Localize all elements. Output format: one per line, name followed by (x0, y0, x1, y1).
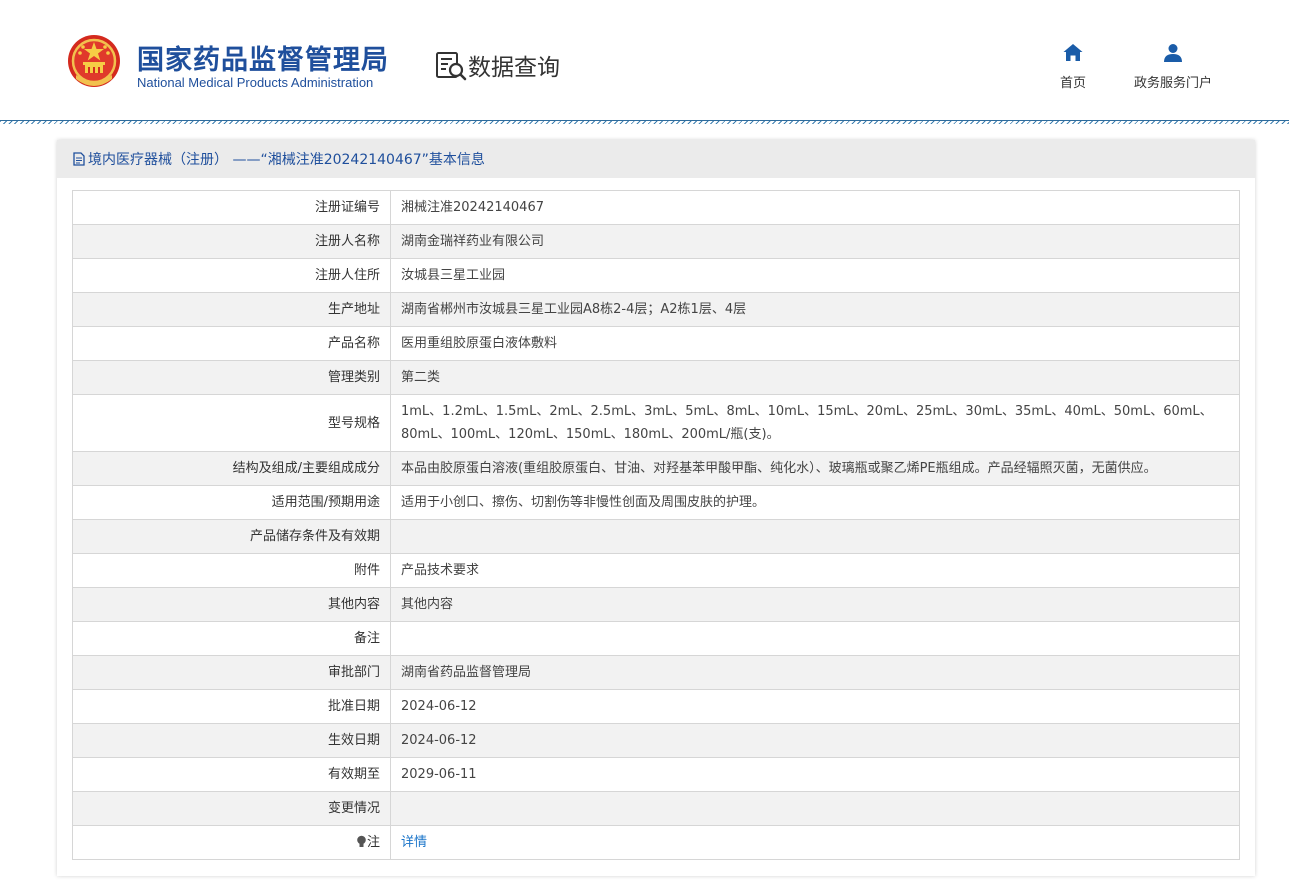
row-value: 湖南省郴州市汝城县三星工业园A8栋2-4层；A2栋1层、4层 (390, 292, 1240, 327)
brand-name-en[interactable]: National Medical Products Administration (137, 75, 373, 90)
row-label: 注册人住所 (72, 258, 391, 293)
row-value: 湘械注准20242140467 (390, 190, 1240, 225)
table-row: 产品储存条件及有效期 (72, 519, 1240, 554)
row-label: 产品储存条件及有效期 (72, 519, 391, 554)
table-row: 批准日期 2024-06-12 (72, 689, 1240, 724)
row-label: 型号规格 (72, 394, 391, 452)
row-value: 产品技术要求 (390, 553, 1240, 588)
row-value: 其他内容 (390, 587, 1240, 622)
table-row: 结构及组成/主要组成成分 本品由胶原蛋白溶液(重组胶原蛋白、甘油、对羟基苯甲酸甲酯… (72, 451, 1240, 486)
row-label: 生产地址 (72, 292, 391, 327)
table-row: 有效期至 2029-06-11 (72, 757, 1240, 792)
row-label: 生效日期 (72, 723, 391, 758)
note-label: 注 (366, 835, 380, 850)
table-row: 型号规格 1mL、1.2mL、1.5mL、2mL、2.5mL、3mL、5mL、8m… (72, 394, 1240, 452)
table-row: 审批部门 湖南省药品监督管理局 (72, 655, 1240, 690)
row-value: 详情 (390, 825, 1240, 860)
national-emblem-icon (68, 35, 120, 87)
section-title: 数据查询 (468, 55, 560, 81)
home-icon (1063, 44, 1083, 61)
row-value: 湖南省药品监督管理局 (390, 655, 1240, 690)
row-value: 适用于小创口、擦伤、切割伤等非慢性创面及周围皮肤的护理。 (390, 485, 1240, 520)
row-value: 湖南金瑞祥药业有限公司 (390, 224, 1240, 259)
row-value: 1mL、1.2mL、1.5mL、2mL、2.5mL、3mL、5mL、8mL、10… (390, 394, 1240, 452)
row-label: 适用范围/预期用途 (72, 485, 391, 520)
row-value: 汝城县三星工业园 (390, 258, 1240, 293)
header-divider (0, 120, 1289, 124)
table-row: 其他内容 其他内容 (72, 587, 1240, 622)
nav-gov-portal-label: 政务服务门户 (1133, 76, 1212, 91)
row-label: 变更情况 (72, 791, 391, 826)
row-value (390, 621, 1240, 656)
row-label: 其他内容 (72, 587, 391, 622)
row-label: 注册人名称 (72, 224, 391, 259)
brand-name-cn[interactable]: 国家药品监督管理局 (137, 38, 389, 77)
site-header: 国家药品监督管理局 National Medical Products Admi… (0, 0, 1289, 120)
table-row: 管理类别 第二类 (72, 360, 1240, 395)
row-label: 批准日期 (72, 689, 391, 724)
row-value: 2024-06-12 (390, 723, 1240, 758)
panel-title: 境内医疗器械（注册） ——“湘械注准20242140467”基本信息 (88, 152, 485, 168)
info-panel: 境内医疗器械（注册） ——“湘械注准20242140467”基本信息 注册证编号… (57, 140, 1255, 876)
nav-home[interactable]: 首页 (1048, 42, 1098, 91)
user-icon (1164, 44, 1182, 62)
table-row: 注册人名称 湖南金瑞祥药业有限公司 (72, 224, 1240, 259)
table-row: 生产地址 湖南省郴州市汝城县三星工业园A8栋2-4层；A2栋1层、4层 (72, 292, 1240, 327)
table-row: 注册人住所 汝城县三星工业园 (72, 258, 1240, 293)
nav-home-label: 首页 (1059, 76, 1086, 91)
data-query-icon (436, 52, 467, 81)
table-row: 附件 产品技术要求 (72, 553, 1240, 588)
table-row: 注 详情 (72, 825, 1240, 860)
row-label: 备注 (72, 621, 391, 656)
row-label: 审批部门 (72, 655, 391, 690)
row-value: 第二类 (390, 360, 1240, 395)
nav-gov-portal[interactable]: 政务服务门户 (1123, 42, 1223, 91)
row-value: 本品由胶原蛋白溶液(重组胶原蛋白、甘油、对羟基苯甲酸甲酯、纯化水）、玻璃瓶或聚乙… (390, 451, 1240, 486)
table-row: 注册证编号 湘械注准20242140467 (72, 190, 1240, 225)
row-label: 产品名称 (72, 326, 391, 361)
row-label: 附件 (72, 553, 391, 588)
document-icon (73, 152, 85, 166)
row-label: 结构及组成/主要组成成分 (72, 451, 391, 486)
table-row: 适用范围/预期用途 适用于小创口、擦伤、切割伤等非慢性创面及周围皮肤的护理。 (72, 485, 1240, 520)
details-link[interactable]: 详情 (401, 835, 427, 850)
row-label: 注册证编号 (72, 190, 391, 225)
row-label: 管理类别 (72, 360, 391, 395)
row-value: 2024-06-12 (390, 689, 1240, 724)
row-value: 医用重组胶原蛋白液体敷料 (390, 326, 1240, 361)
row-value: 2029-06-11 (390, 757, 1240, 792)
table-row: 产品名称 医用重组胶原蛋白液体敷料 (72, 326, 1240, 361)
table-row: 生效日期 2024-06-12 (72, 723, 1240, 758)
row-value (390, 791, 1240, 826)
table-row: 备注 (72, 621, 1240, 656)
row-value (390, 519, 1240, 554)
lightbulb-icon (357, 835, 366, 847)
row-label: 有效期至 (72, 757, 391, 792)
panel-title-bar: 境内医疗器械（注册） ——“湘械注准20242140467”基本信息 (57, 140, 1255, 178)
row-label: 注 (72, 825, 391, 860)
table-row: 变更情况 (72, 791, 1240, 826)
registration-info-table: 注册证编号 湘械注准20242140467 注册人名称 湖南金瑞祥药业有限公司 注册… (72, 190, 1240, 860)
